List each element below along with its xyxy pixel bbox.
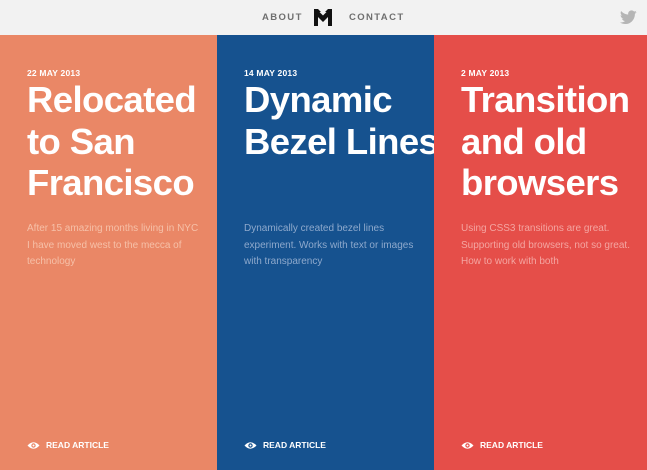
post-excerpt: After 15 amazing months living in NYC I …	[27, 223, 199, 267]
post-card-relocated[interactable]: 22 MAY 2013 Relocated to San Francisco A…	[0, 35, 217, 470]
m-logo-icon[interactable]	[314, 9, 332, 26]
post-excerpt: Using CSS3 transitions are great. Suppor…	[461, 223, 630, 267]
eye-icon	[461, 441, 474, 449]
post-date: 22 MAY 2013	[27, 68, 81, 78]
post-title[interactable]: Dynamic Bezel Lines	[244, 79, 444, 162]
post-excerpt: Dynamically created bezel lines experime…	[244, 223, 414, 267]
top-nav-bar: ABOUT CONTACT	[0, 0, 647, 35]
read-article-link[interactable]: READ ARTICLE	[244, 439, 326, 451]
post-title[interactable]: Transition and old browsers	[461, 79, 647, 204]
twitter-bird-icon[interactable]	[620, 10, 637, 25]
post-title[interactable]: Relocated to San Francisco	[27, 79, 227, 204]
read-article-label: READ ARTICLE	[480, 440, 543, 450]
read-article-label: READ ARTICLE	[46, 440, 109, 450]
post-card-transitions[interactable]: 2 MAY 2013 Transition and old browsers U…	[434, 35, 647, 470]
eye-icon	[27, 441, 40, 449]
read-article-link[interactable]: READ ARTICLE	[27, 439, 109, 451]
nav-about-link[interactable]: ABOUT	[262, 12, 303, 23]
read-article-label: READ ARTICLE	[263, 440, 326, 450]
post-date: 14 MAY 2013	[244, 68, 298, 78]
read-article-link[interactable]: READ ARTICLE	[461, 439, 543, 451]
eye-icon	[244, 441, 257, 449]
post-card-bezel-lines[interactable]: 14 MAY 2013 Dynamic Bezel Lines Dynamica…	[217, 35, 439, 470]
post-date: 2 MAY 2013	[461, 68, 510, 78]
nav-contact-link[interactable]: CONTACT	[349, 12, 405, 23]
